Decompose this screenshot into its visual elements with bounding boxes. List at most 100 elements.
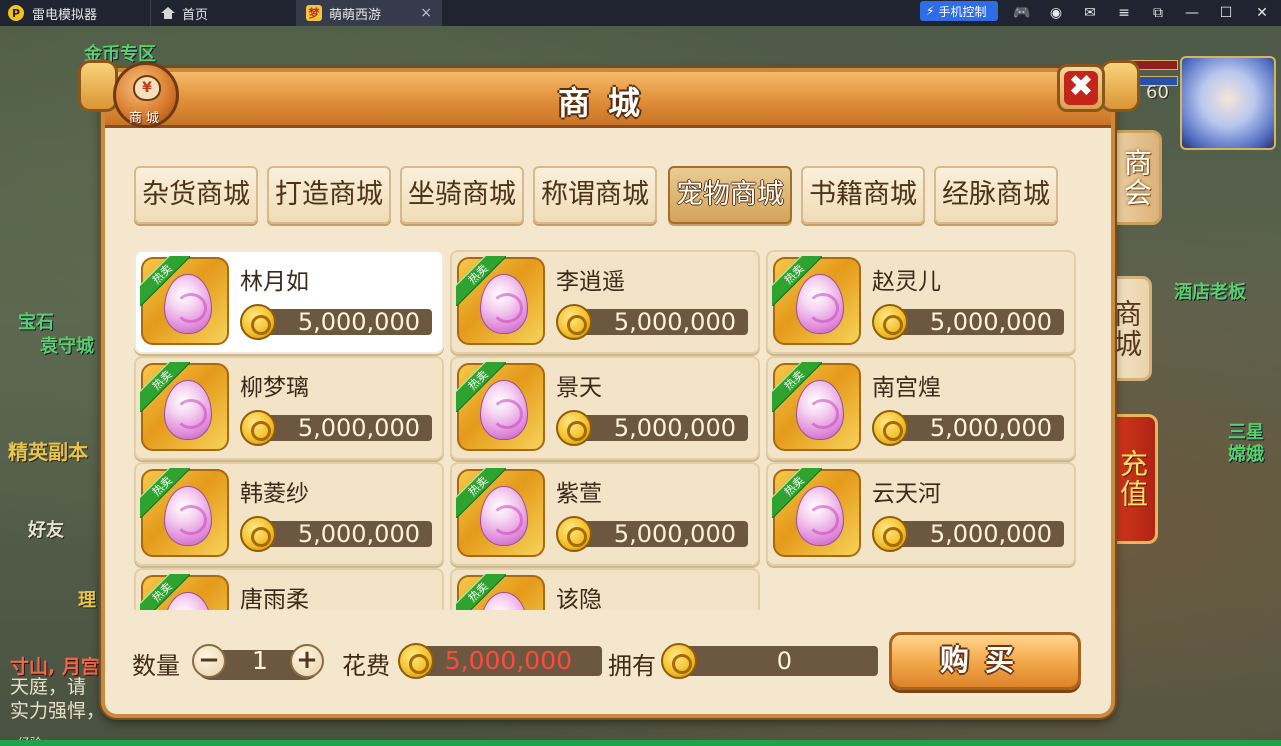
item-name: 南宫煌 xyxy=(872,375,941,401)
minimize-icon[interactable]: — xyxy=(1182,3,1202,23)
hot-ribbon: 热卖 xyxy=(772,362,822,412)
gold-coin-icon xyxy=(556,516,592,552)
item-card[interactable]: 热卖 云天河 5,000,000 xyxy=(766,462,1076,566)
close-icon: ✖ xyxy=(1064,71,1098,105)
dungeon-entry-label[interactable]: 精英副本 xyxy=(8,436,88,465)
hot-ribbon-label: 热卖 xyxy=(456,362,506,412)
tab-game-label: 萌萌西游 xyxy=(329,7,382,23)
menu-icon[interactable]: ≡ xyxy=(1114,3,1134,23)
tab-grocery-mall[interactable]: 杂货商城 xyxy=(134,166,258,224)
chat-line: 实力强悍， xyxy=(10,700,106,722)
owned-label: 拥有 xyxy=(608,652,656,680)
account-icon[interactable]: ◉ xyxy=(1046,3,1066,23)
shop-badge: ¥ 商城 xyxy=(113,62,179,128)
tab-forge-mall[interactable]: 打造商城 xyxy=(267,166,391,224)
chat-line: 天庭，请 xyxy=(10,676,87,698)
gold-coin-icon xyxy=(398,643,434,679)
phone-control-button[interactable]: ⚡ 手机控制 xyxy=(920,1,998,21)
item-name: 紫萱 xyxy=(556,481,602,507)
emulator-logo-icon: P xyxy=(8,5,24,21)
hot-ribbon-label: 热卖 xyxy=(456,468,506,518)
item-card[interactable]: 热卖 柳梦璃 5,000,000 xyxy=(134,356,444,460)
tab-game[interactable]: 梦 萌萌西游 × xyxy=(296,0,442,26)
quantity-minus-button[interactable]: − xyxy=(192,644,226,678)
hot-ribbon: 热卖 xyxy=(140,256,190,306)
item-card[interactable]: 热卖 韩菱纱 5,000,000 xyxy=(134,462,444,566)
hot-ribbon-label: 热卖 xyxy=(140,256,190,306)
player-avatar[interactable] xyxy=(1180,56,1276,150)
item-grid: 热卖 林月如 5,000,000 热卖 李逍遥 5,000,000 热卖 赵灵儿… xyxy=(132,248,1080,610)
gold-coin-icon xyxy=(240,516,276,552)
hot-ribbon: 热卖 xyxy=(140,574,190,610)
gold-coin-icon xyxy=(240,410,276,446)
item-card[interactable]: 热卖 李逍遥 5,000,000 xyxy=(450,250,760,354)
phone-control-label: 手机控制 xyxy=(938,4,987,19)
shop-close-button[interactable]: ✖ xyxy=(1057,64,1105,112)
hot-ribbon: 热卖 xyxy=(456,574,506,610)
hot-ribbon: 热卖 xyxy=(140,362,190,412)
hot-ribbon: 热卖 xyxy=(456,256,506,306)
tab-mount-mall[interactable]: 坐骑商城 xyxy=(400,166,524,224)
game-tab-icon: 梦 xyxy=(306,5,322,21)
map-label: 宝石 xyxy=(18,312,54,333)
maximize-icon[interactable]: ☐ xyxy=(1216,3,1236,23)
hot-ribbon: 热卖 xyxy=(456,362,506,412)
item-card[interactable]: 热卖 赵灵儿 5,000,000 xyxy=(766,250,1076,354)
gold-coin-icon xyxy=(556,304,592,340)
gamepad-icon[interactable]: 🎮 xyxy=(1012,3,1032,23)
tab-close-icon[interactable]: × xyxy=(420,5,432,21)
mail-icon[interactable]: ✉ xyxy=(1080,3,1100,23)
hot-ribbon-label: 热卖 xyxy=(772,256,822,306)
item-card[interactable]: 热卖 该隐 xyxy=(450,568,760,610)
owned-value: 0 xyxy=(680,646,878,676)
item-card[interactable]: 热卖 景天 5,000,000 xyxy=(450,356,760,460)
tab-home[interactable]: 首页 xyxy=(150,0,295,26)
hot-ribbon-label: 热卖 xyxy=(456,574,506,610)
item-name: 该隐 xyxy=(556,587,602,610)
side-tab-guild[interactable]: 商会 xyxy=(1110,130,1162,225)
friends-label[interactable]: 好友 xyxy=(28,516,64,542)
emulator-titlebar: P 雷电模拟器 首页 梦 萌萌西游 × ⚡ 手机控制 🎮 ◉ ✉ ≡ ⧉ — ☐… xyxy=(0,0,1281,26)
hot-ribbon-label: 热卖 xyxy=(140,574,190,610)
npc-name-label: 嫦娥 xyxy=(1228,444,1264,465)
buy-button[interactable]: 购买 xyxy=(889,632,1081,690)
item-card[interactable]: 热卖 唐雨柔 xyxy=(134,568,444,610)
gold-coin-icon xyxy=(661,643,697,679)
item-card[interactable]: 热卖 林月如 5,000,000 xyxy=(134,250,444,354)
home-icon xyxy=(161,7,175,19)
quantity-label: 数量 xyxy=(132,652,180,680)
player-level: 60 xyxy=(1146,82,1169,103)
tab-meridian-mall[interactable]: 经脉商城 xyxy=(934,166,1058,224)
item-card[interactable]: 热卖 南宫煌 5,000,000 xyxy=(766,356,1076,460)
lightning-icon: ⚡ xyxy=(926,4,935,18)
tab-home-label: 首页 xyxy=(182,7,209,23)
map-label: 理 xyxy=(78,590,96,611)
item-price: 5,000,000 xyxy=(888,309,1064,335)
item-price: 5,000,000 xyxy=(572,415,748,441)
quantity-plus-button[interactable]: + xyxy=(290,644,324,678)
item-name: 韩菱纱 xyxy=(240,481,309,507)
item-name: 赵灵儿 xyxy=(872,269,941,295)
item-name: 林月如 xyxy=(240,269,309,295)
item-card[interactable]: 热卖 紫萱 5,000,000 xyxy=(450,462,760,566)
restore-window-icon[interactable]: ⧉ xyxy=(1148,3,1168,23)
emulator-app-title: P 雷电模拟器 xyxy=(8,0,148,26)
tab-book-mall[interactable]: 书籍商城 xyxy=(801,166,925,224)
item-price: 5,000,000 xyxy=(888,521,1064,547)
item-name: 唐雨柔 xyxy=(240,587,309,610)
money-bag-icon: ¥ xyxy=(133,75,161,101)
tab-title-mall[interactable]: 称谓商城 xyxy=(533,166,657,224)
tab-pet-mall[interactable]: 宠物商城 xyxy=(668,166,792,224)
map-label: 袁守城 xyxy=(40,336,94,357)
hot-ribbon: 热卖 xyxy=(140,468,190,518)
cost-label: 花费 xyxy=(342,652,390,680)
close-window-icon[interactable]: ✕ xyxy=(1252,3,1272,23)
header-scroll-left xyxy=(78,60,118,112)
shop-title: 商城 xyxy=(557,84,658,122)
item-name: 李逍遥 xyxy=(556,269,625,295)
item-price: 5,000,000 xyxy=(572,309,748,335)
shop-header: 商城 xyxy=(105,72,1111,128)
item-price: 5,000,000 xyxy=(888,415,1064,441)
quantity-value[interactable]: 1 xyxy=(232,646,288,675)
chat-channel-label: 寸山, 月宫 xyxy=(10,656,100,678)
